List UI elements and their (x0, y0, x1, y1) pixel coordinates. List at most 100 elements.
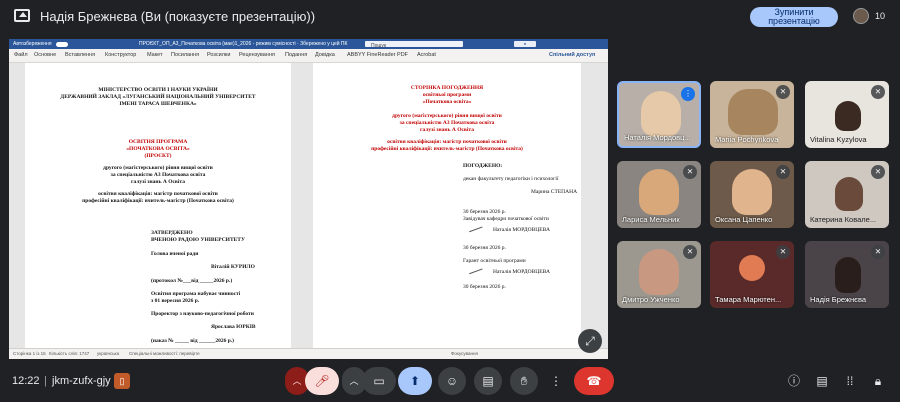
menu-file[interactable]: Файл (14, 52, 28, 58)
mic-off-icon: ⨯ (776, 245, 790, 259)
present-screen-icon (14, 9, 30, 22)
menu-design[interactable]: Конструктор (105, 52, 136, 58)
word-search-box[interactable]: Пошук (365, 41, 463, 49)
stop-presenting-button[interactable]: Зупинити презентацію (750, 7, 838, 27)
participant-name: Надія Брежнєва (810, 295, 867, 304)
participant-tile[interactable]: ⨯ Катерина Ковале... (805, 161, 889, 228)
participant-tile[interactable]: ⨯ Vitalina Kyzylova (805, 81, 889, 148)
menu-acrobat[interactable]: Acrobat (417, 52, 436, 58)
document-page-2: СТОРІНКА ПОГОДЖЕННЯ освітньої програми «… (313, 63, 581, 348)
doc-text: СТОРІНКА ПОГОДЖЕННЯ (410, 85, 484, 91)
more-options-icon[interactable]: ⋮ (546, 367, 566, 395)
doc-text: (наказ № _____ від ______2026 р.) (151, 338, 234, 344)
mic-off-icon: ⨯ (871, 165, 885, 179)
status-words: Кількість слів: 1747 (49, 351, 90, 356)
doc-text: ВЧЕНОЮ РАДОЮ УНІВЕРСИТЕТУ (151, 237, 245, 243)
menu-insert[interactable]: Вставлення (65, 52, 95, 58)
participant-avatar (739, 255, 765, 281)
participant-tile[interactable]: ⨯ Оксана Цапенко (710, 161, 794, 228)
status-focus[interactable]: Фокусування (451, 351, 478, 356)
bottom-bar: 12:22 | jkm-zufx-gjy ▯ ︿ 🎤︎ ︿ ▭ ⬆ ☺ ▤ ✋︎… (0, 360, 900, 402)
separator: | (44, 375, 47, 387)
doc-text: ДЕРЖАВНИЙ ЗАКЛАД «ЛУГАНСЬКИЙ НАЦІОНАЛЬНИ… (60, 94, 256, 100)
word-filename: ПРОЄКТ_ОП_А3_Початкова освіта (мае)1_202… (139, 41, 348, 47)
present-screen-button[interactable]: ⬆ (398, 367, 432, 395)
camera-button[interactable]: ▭ (362, 367, 396, 395)
participant-tile[interactable]: ⨯ Mariia Pochynkova (710, 81, 794, 148)
presenter-title: Надія Брежнєва (Ви (показуєте презентаці… (40, 9, 316, 24)
participant-name: Дмитро Ужченко (622, 295, 680, 304)
menu-review[interactable]: Рецензування (239, 52, 275, 58)
doc-text: Гарант освітньої програми (463, 258, 526, 264)
signature (467, 263, 483, 275)
mic-off-button[interactable]: 🎤︎ (305, 367, 339, 395)
mic-off-icon: ⨯ (683, 245, 697, 259)
menu-home[interactable]: Основне (34, 52, 56, 58)
doc-text: 30 березня 2026 р. (463, 284, 506, 290)
participant-tile[interactable]: ⋮ Наталія Мордовц... (617, 81, 701, 148)
doc-text: декан факультету педагогіки і психології (463, 176, 559, 182)
participant-tile[interactable]: ⨯ Тамара Марютен... (710, 241, 794, 308)
menu-view[interactable]: Подання (285, 52, 307, 58)
document-area: МІНІСТЕРСТВО ОСВІТИ І НАУКИ УКРАЇНИ ДЕРЖ… (9, 63, 608, 348)
menu-layout[interactable]: Макет (147, 52, 163, 58)
autosave-toggle[interactable] (56, 42, 68, 47)
participant-name: Лариса Мельник (622, 215, 680, 224)
leave-call-button[interactable]: ☎︎ (574, 367, 614, 395)
doc-text: ОСВІТНЯ ПРОГРАМА (128, 139, 188, 145)
emoji-reaction-button[interactable]: ☺ (438, 367, 466, 395)
doc-text: з 01 вересня 2026 р. (151, 298, 200, 304)
menu-abbyy[interactable]: ABBYY FineReader PDF (347, 52, 408, 58)
doc-text: Ярослава ЮРКІВ (211, 324, 256, 330)
doc-text: Наталія МОРДОВЦЕВА (493, 227, 550, 233)
doc-text: ІМЕНІ ТАРАСА ШЕВЧЕНКА» (119, 101, 197, 107)
participant-tile[interactable]: ⨯ Надія Брежнєва (805, 241, 889, 308)
fullscreen-expand-icon[interactable]: ⤢ (578, 329, 602, 353)
word-title-bar: Автозбереження ПРОЄКТ_ОП_А3_Початкова ос… (9, 39, 608, 49)
doc-text: освітня кваліфікація: магістр початкової… (387, 139, 507, 145)
autosave-label: Автозбереження (13, 41, 52, 47)
participant-name: Оксана Цапенко (715, 215, 773, 224)
share-button[interactable]: Спільний доступ (549, 52, 595, 58)
chat-icon[interactable]: ▤ (814, 373, 830, 389)
doc-text: другого (магістерського) рівня вищої осв… (392, 113, 502, 119)
doc-text: освітньої програми (422, 92, 472, 98)
participant-name: Тамара Марютен... (715, 295, 782, 304)
raise-hand-button[interactable]: ✋︎ (510, 367, 538, 395)
doc-text: Проректор з науково-педагогічної роботи (151, 311, 254, 317)
meeting-time: 12:22 (12, 375, 40, 387)
menu-references[interactable]: Посилання (171, 52, 199, 58)
participant-video (732, 169, 772, 215)
participants-avatar[interactable] (853, 8, 869, 24)
mic-off-icon: ⨯ (683, 165, 697, 179)
speaking-indicator-icon: ⋮ (681, 87, 695, 101)
menu-help[interactable]: Довідка (315, 52, 335, 58)
doc-text: 30 березня 2026 р. (463, 245, 506, 251)
participant-tile[interactable]: ⨯ Лариса Мельник (617, 161, 701, 228)
participant-tile[interactable]: ⨯ Дмитро Ужченко (617, 241, 701, 308)
activities-icon[interactable]: ⁞⁞ (842, 373, 858, 389)
meeting-info-icon[interactable]: ⓘ (786, 373, 802, 389)
participant-video (639, 169, 679, 215)
top-bar: Надія Брежнєва (Ви (показуєте презентаці… (0, 0, 900, 34)
word-account-button[interactable]: ● (514, 41, 536, 47)
breakout-room-icon[interactable]: ▯ (114, 373, 130, 389)
participant-video (728, 89, 778, 135)
doc-text: за спеціальністю А3 Початкова освіта (399, 120, 495, 126)
captions-button[interactable]: ▤ (474, 367, 502, 395)
participant-video (639, 249, 679, 295)
menu-mailings[interactable]: Розсилки (207, 52, 230, 58)
signature (467, 221, 483, 233)
status-page: Сторінка 1 із 15 (13, 351, 46, 356)
host-controls-icon[interactable]: 🔒︎ (870, 373, 886, 389)
participant-video (835, 177, 863, 211)
doc-text: другого (магістерського) рівня вищої осв… (103, 165, 213, 171)
status-accessibility: Спеціальні можливості: перевірте (129, 351, 200, 356)
doc-text: «ПОЧАТКОВА ОСВІТА» (126, 146, 190, 152)
meeting-code: jkm-zufx-gjy (52, 375, 111, 387)
doc-text: професійні кваліфікації: вчитель-магістр… (82, 198, 234, 204)
mic-off-icon: ⨯ (871, 245, 885, 259)
doc-text: Голова вченої ради (151, 251, 199, 257)
doc-text: Освітня програма набуває чинності (151, 291, 241, 297)
doc-text: освітня кваліфікація: магістр початкової… (98, 191, 218, 197)
